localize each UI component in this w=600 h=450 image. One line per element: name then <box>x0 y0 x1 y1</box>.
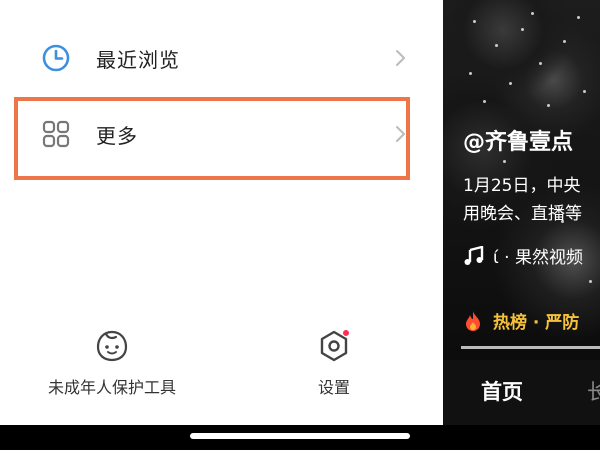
settings-label: 设置 <box>317 378 350 397</box>
tab-next[interactable]: 长 <box>587 376 600 406</box>
flame-icon <box>466 310 480 331</box>
tab-home[interactable]: 首页 <box>481 376 523 406</box>
video-description[interactable]: 1月25日，中央 用晚会、直播等 <box>463 172 600 228</box>
video-music[interactable]: ί · 果然视频 <box>463 243 583 268</box>
settings-hexagon-icon <box>316 328 352 364</box>
music-note-icon <box>464 245 484 265</box>
home-indicator[interactable] <box>190 433 410 439</box>
chevron-right-icon <box>396 50 405 66</box>
video-panel[interactable]: @齐鲁壹点 1月25日，中央 用晚会、直播等 ί · 果然视频 热榜 · 严防 … <box>443 0 600 425</box>
grid-icon <box>40 118 72 150</box>
menu-item-recent[interactable]: 最近浏览 <box>0 28 443 88</box>
minor-protection-tool-label: 未成年人保护工具 <box>47 378 176 397</box>
minor-protection-tool-button[interactable]: 未成年人保护工具 <box>34 328 190 398</box>
notification-dot <box>342 329 350 337</box>
hot-list-tag[interactable]: 热榜 · 严防 <box>463 308 579 333</box>
video-author[interactable]: @齐鲁壹点 <box>463 124 573 156</box>
menu-item-more[interactable]: 更多 <box>0 104 443 164</box>
settings-button[interactable]: 设置 <box>296 328 372 398</box>
menu-item-more-label: 更多 <box>96 123 138 148</box>
menu-item-recent-label: 最近浏览 <box>96 47 180 72</box>
child-face-icon <box>96 330 128 362</box>
side-drawer: 最近浏览 更多 未成年人保护工具 设置 <box>0 0 443 425</box>
video-description-line: 用晚会、直播等 <box>463 204 582 224</box>
clock-icon <box>40 42 72 74</box>
chevron-right-icon <box>396 126 405 142</box>
video-progress-bar[interactable] <box>461 346 600 349</box>
hot-list-label: 热榜 · 严防 <box>493 313 580 333</box>
video-music-label: ί · 果然视频 <box>493 248 583 268</box>
video-description-line: 1月25日，中央 <box>463 176 581 196</box>
